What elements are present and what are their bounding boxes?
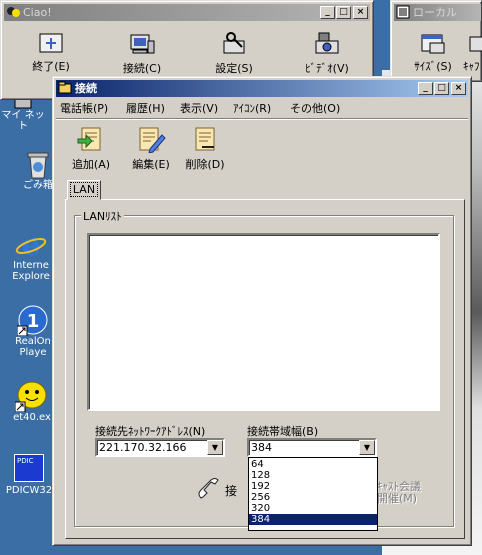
delete-entry-icon bbox=[195, 127, 215, 151]
ciao-minimize-button[interactable]: _ bbox=[320, 6, 335, 19]
connection-maximize-button[interactable]: □ bbox=[434, 82, 449, 95]
svg-text:1: 1 bbox=[27, 311, 40, 332]
edit-entry-icon bbox=[139, 127, 166, 153]
local-window: ローカル ｻｲｽﾞ(S) ｷｬﾌ bbox=[390, 0, 482, 82]
desktop-icon-label: PDICW32 bbox=[5, 485, 53, 496]
ciao-app-icon bbox=[7, 7, 20, 17]
connection-app-icon bbox=[58, 81, 72, 94]
bandwidth-option[interactable]: 320 bbox=[249, 503, 377, 514]
desktop-icon-label: RealOn Playe bbox=[15, 336, 51, 358]
window-size-icon bbox=[421, 34, 445, 54]
desktop-icon-et40[interactable]: et40.ex bbox=[10, 378, 54, 423]
lan-list-label: LANﾘｽﾄ bbox=[81, 208, 124, 224]
menu-icon[interactable]: ｱｲｺﾝ(R) bbox=[233, 100, 271, 116]
add-entry-icon bbox=[77, 127, 101, 151]
connect-button[interactable]: 接 bbox=[195, 476, 255, 504]
desktop-icon-label: マイ ネット bbox=[1, 110, 45, 132]
delete-button[interactable]: 削除(D) bbox=[179, 125, 231, 172]
broadcast-conference-button[interactable]: ｷｬｽﾄ会議 開催(M) bbox=[377, 481, 447, 505]
menu-history[interactable]: 履歴(H) bbox=[126, 100, 165, 116]
smiley-icon bbox=[15, 381, 47, 412]
pdic-badge-text: PDIC bbox=[17, 457, 34, 465]
desktop-icon-internet-explorer[interactable]: e Interne Explore bbox=[10, 228, 52, 282]
connection-minimize-button[interactable]: _ bbox=[418, 82, 433, 95]
address-dropdown-button[interactable]: ▼ bbox=[207, 440, 223, 455]
ciao-maximize-button[interactable]: □ bbox=[336, 6, 351, 19]
exit-icon bbox=[39, 33, 63, 53]
capture-icon bbox=[469, 36, 482, 52]
connection-close-button[interactable]: × bbox=[451, 82, 466, 95]
pdic-icon: PDIC bbox=[14, 454, 44, 482]
connection-titlebar[interactable]: 接続 _ □ × bbox=[56, 80, 468, 97]
video-icon bbox=[315, 32, 339, 54]
menu-bar: 電話帳(P) 履歴(H) 表示(V) ｱｲｺﾝ(R) その他(O) bbox=[56, 98, 468, 117]
bandwidth-dropdown-button[interactable]: ▼ bbox=[359, 440, 375, 455]
desktop-icon-label: ごみ箱 bbox=[23, 180, 53, 191]
ciao-close-button[interactable]: × bbox=[353, 6, 368, 19]
bandwidth-option[interactable]: 256 bbox=[249, 492, 377, 503]
phone-handset-icon bbox=[198, 478, 219, 499]
menu-divider bbox=[56, 118, 468, 120]
ciao-tool-connect[interactable]: 接続(C) bbox=[113, 31, 171, 76]
desktop-icon-label: Interne Explore bbox=[12, 260, 50, 282]
menu-phonebook[interactable]: 電話帳(P) bbox=[60, 100, 108, 116]
bandwidth-value: 384 bbox=[251, 441, 272, 454]
local-tool-capture[interactable]: ｷｬﾌ bbox=[463, 33, 482, 74]
address-combobox[interactable]: 221.170.32.166 ▼ bbox=[95, 438, 225, 457]
address-value: 221.170.32.166 bbox=[99, 441, 187, 454]
recycle-bin-icon bbox=[27, 152, 49, 179]
ciao-tool-exit[interactable]: 終了(E) bbox=[23, 31, 79, 74]
ciao-tool-video[interactable]: ﾋﾞﾃﾞｵ(V) bbox=[297, 31, 357, 76]
internet-explorer-icon: e bbox=[15, 228, 47, 260]
bandwidth-option-selected[interactable]: 384 bbox=[249, 514, 377, 525]
menu-view[interactable]: 表示(V) bbox=[180, 100, 218, 116]
realone-player-icon: 1 bbox=[17, 305, 48, 336]
local-title: ローカル bbox=[413, 6, 457, 19]
connect-icon bbox=[130, 34, 155, 54]
bandwidth-option[interactable]: 192 bbox=[249, 481, 377, 492]
desktop-icon-network[interactable]: マイ ネット bbox=[0, 96, 46, 132]
chevron-down-icon: ▼ bbox=[211, 443, 219, 452]
bandwidth-combobox[interactable]: 384 ▼ bbox=[247, 438, 377, 457]
desktop-icon-pdic[interactable]: PDIC PDICW32 bbox=[4, 454, 54, 496]
ciao-tool-settings[interactable]: 設定(S) bbox=[205, 31, 263, 76]
bandwidth-option[interactable]: 128 bbox=[249, 470, 377, 481]
ciao-titlebar[interactable]: Ciao! _ □ × bbox=[4, 4, 370, 21]
tab-lan[interactable]: LAN bbox=[67, 180, 101, 200]
edit-button[interactable]: 編集(E) bbox=[125, 125, 177, 172]
desktop-icon-realone[interactable]: 1 RealOn Playe bbox=[12, 304, 54, 358]
local-tool-size[interactable]: ｻｲｽﾞ(S) bbox=[411, 33, 455, 74]
settings-icon bbox=[223, 32, 245, 54]
local-app-icon bbox=[396, 5, 410, 19]
ciao-title: Ciao! bbox=[23, 6, 52, 19]
chevron-down-icon: ▼ bbox=[363, 443, 371, 452]
local-titlebar[interactable]: ローカル bbox=[394, 4, 481, 21]
bandwidth-dropdown-list: 64 128 192 256 320 384 bbox=[248, 457, 378, 531]
lan-list[interactable] bbox=[87, 233, 440, 411]
bandwidth-option[interactable]: 64 bbox=[249, 459, 377, 470]
address-label: 接続先ﾈｯﾄﾜｰｸｱﾄﾞﾚｽ(N) bbox=[95, 425, 206, 438]
connection-title: 接続 bbox=[75, 82, 97, 95]
add-button[interactable]: 追加(A) bbox=[65, 125, 117, 172]
menu-other[interactable]: その他(O) bbox=[290, 100, 340, 116]
bandwidth-label: 接続帯域幅(B) bbox=[247, 425, 319, 438]
desktop-icon-label: et40.ex bbox=[13, 412, 51, 423]
